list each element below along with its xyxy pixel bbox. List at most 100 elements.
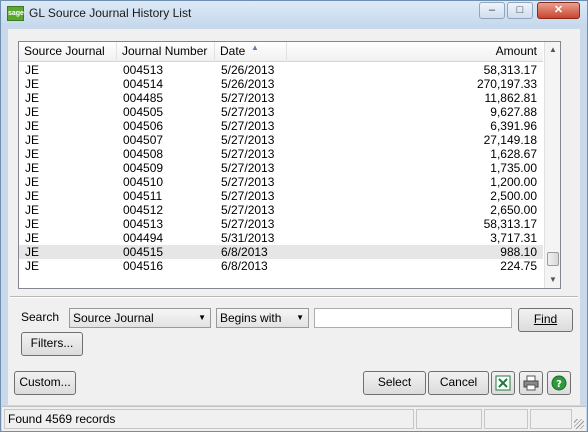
search-operator-select[interactable]: Begins with ▼ [216,308,309,328]
cell-journal-number: 004510 [123,175,164,189]
maximize-icon: □ [516,4,524,16]
table-row[interactable]: JE 004508 5/27/2013 1,628.67 [19,147,543,161]
table-row[interactable]: JE 004514 5/26/2013 270,197.33 [19,77,543,91]
cell-date: 5/31/2013 [221,231,275,245]
list-header: Source Journal Journal Number Date ▲ Amo… [19,42,543,62]
vertical-scrollbar[interactable]: ▲ ▼ [544,42,560,288]
find-button[interactable]: Find [518,308,573,332]
scroll-thumb[interactable] [547,252,559,266]
filters-button-label: Filters... [30,336,74,350]
table-row[interactable]: JE 004511 5/27/2013 2,500.00 [19,189,543,203]
minimize-icon: – [488,4,496,16]
window: sage GL Source Journal History List – □ … [0,0,588,432]
minimize-button[interactable]: – [479,2,505,19]
cancel-button-label: Cancel [439,375,478,389]
cell-source-journal: JE [25,133,40,147]
close-icon: ✕ [553,4,564,16]
dropdown-arrow-icon: ▼ [296,313,304,322]
cell-journal-number: 004516 [123,259,164,273]
cell-date: 6/8/2013 [221,245,268,259]
cell-amount: 1,200.00 [490,175,537,189]
custom-button-label: Custom... [19,375,71,389]
search-input[interactable] [314,308,512,328]
cell-date: 5/27/2013 [221,217,275,231]
filters-button[interactable]: Filters... [21,332,83,356]
scroll-down-arrow-icon[interactable]: ▼ [545,272,561,288]
find-button-label: Find [533,312,558,326]
cell-journal-number: 004511 [123,189,163,203]
status-text: Found 4569 records [4,409,414,429]
cell-journal-number: 004513 [123,63,164,77]
table-row[interactable]: JE 004507 5/27/2013 27,149.18 [19,133,543,147]
cell-journal-number: 004506 [123,119,164,133]
custom-button[interactable]: Custom... [14,371,76,395]
cell-date: 5/27/2013 [221,133,275,147]
cell-source-journal: JE [25,105,40,119]
cell-journal-number: 004513 [123,217,164,231]
cell-source-journal: JE [25,77,40,91]
cancel-button[interactable]: Cancel [428,371,489,395]
table-row[interactable]: JE 004513 5/27/2013 58,313.17 [19,217,543,231]
excel-export-button[interactable] [491,371,515,395]
table-row[interactable]: JE 004513 5/26/2013 58,313.17 [19,63,543,77]
svg-text:?: ? [556,379,562,390]
cell-amount: 1,628.67 [490,147,537,161]
select-button[interactable]: Select [363,371,426,395]
cell-amount: 1,735.00 [490,161,537,175]
help-button[interactable]: ? [547,371,571,395]
cell-journal-number: 004507 [123,133,164,147]
printer-icon [523,375,539,391]
cell-journal-number: 004515 [123,245,164,259]
table-row[interactable]: JE 004510 5/27/2013 1,200.00 [19,175,543,189]
scroll-up-arrow-icon[interactable]: ▲ [545,42,561,58]
status-bar: Found 4569 records [2,406,586,431]
cell-date: 6/8/2013 [221,259,268,273]
excel-export-icon [495,375,511,391]
cell-source-journal: JE [25,203,40,217]
print-button[interactable] [519,371,543,395]
resize-grip[interactable] [574,419,584,429]
table-row[interactable]: JE 004509 5/27/2013 1,735.00 [19,161,543,175]
cell-amount: 3,717.31 [490,231,537,245]
table-row[interactable]: JE 004494 5/31/2013 3,717.31 [19,231,543,245]
window-title: GL Source Journal History List [29,6,192,20]
cell-date: 5/26/2013 [221,77,275,91]
search-operator-value: Begins with [220,311,282,325]
cell-journal-number: 004509 [123,161,164,175]
maximize-button[interactable]: □ [507,2,533,19]
column-header-amount[interactable]: Amount [287,42,543,62]
close-button[interactable]: ✕ [537,2,580,19]
cell-source-journal: JE [25,63,40,77]
cell-journal-number: 004514 [123,77,164,91]
status-panel-3 [484,409,528,429]
cell-source-journal: JE [25,259,40,273]
cell-amount: 58,313.17 [483,63,537,77]
table-row[interactable]: JE 004516 6/8/2013 224.75 [19,259,543,273]
cell-amount: 58,313.17 [483,217,537,231]
search-field-select[interactable]: Source Journal ▼ [69,308,211,328]
table-row[interactable]: JE 004512 5/27/2013 2,650.00 [19,203,543,217]
sage-app-icon[interactable]: sage [7,6,24,21]
cell-amount: 988.10 [500,245,537,259]
column-header-source-journal[interactable]: Source Journal [19,42,117,62]
cell-date: 5/27/2013 [221,203,275,217]
table-row[interactable]: JE 004485 5/27/2013 11,862.81 [19,91,543,105]
cell-journal-number: 004512 [123,203,164,217]
journal-list[interactable]: Source Journal Journal Number Date ▲ Amo… [18,41,561,289]
content-area: Source Journal Journal Number Date ▲ Amo… [8,29,580,405]
cell-source-journal: JE [25,217,40,231]
table-row[interactable]: JE 004515 6/8/2013 988.10 [19,245,543,259]
cell-source-journal: JE [25,231,40,245]
table-row[interactable]: JE 004506 5/27/2013 6,391.96 [19,119,543,133]
cell-amount: 2,650.00 [490,203,537,217]
column-header-journal-number[interactable]: Journal Number [117,42,215,62]
cell-journal-number: 004508 [123,147,164,161]
table-row[interactable]: JE 004505 5/27/2013 9,627.88 [19,105,543,119]
cell-journal-number: 004485 [123,91,164,105]
title-bar[interactable]: sage GL Source Journal History List – □ … [1,1,587,27]
help-icon: ? [551,375,567,391]
status-panel-2 [416,409,482,429]
cell-source-journal: JE [25,161,40,175]
cell-date: 5/27/2013 [221,105,275,119]
cell-amount: 270,197.33 [476,77,537,91]
